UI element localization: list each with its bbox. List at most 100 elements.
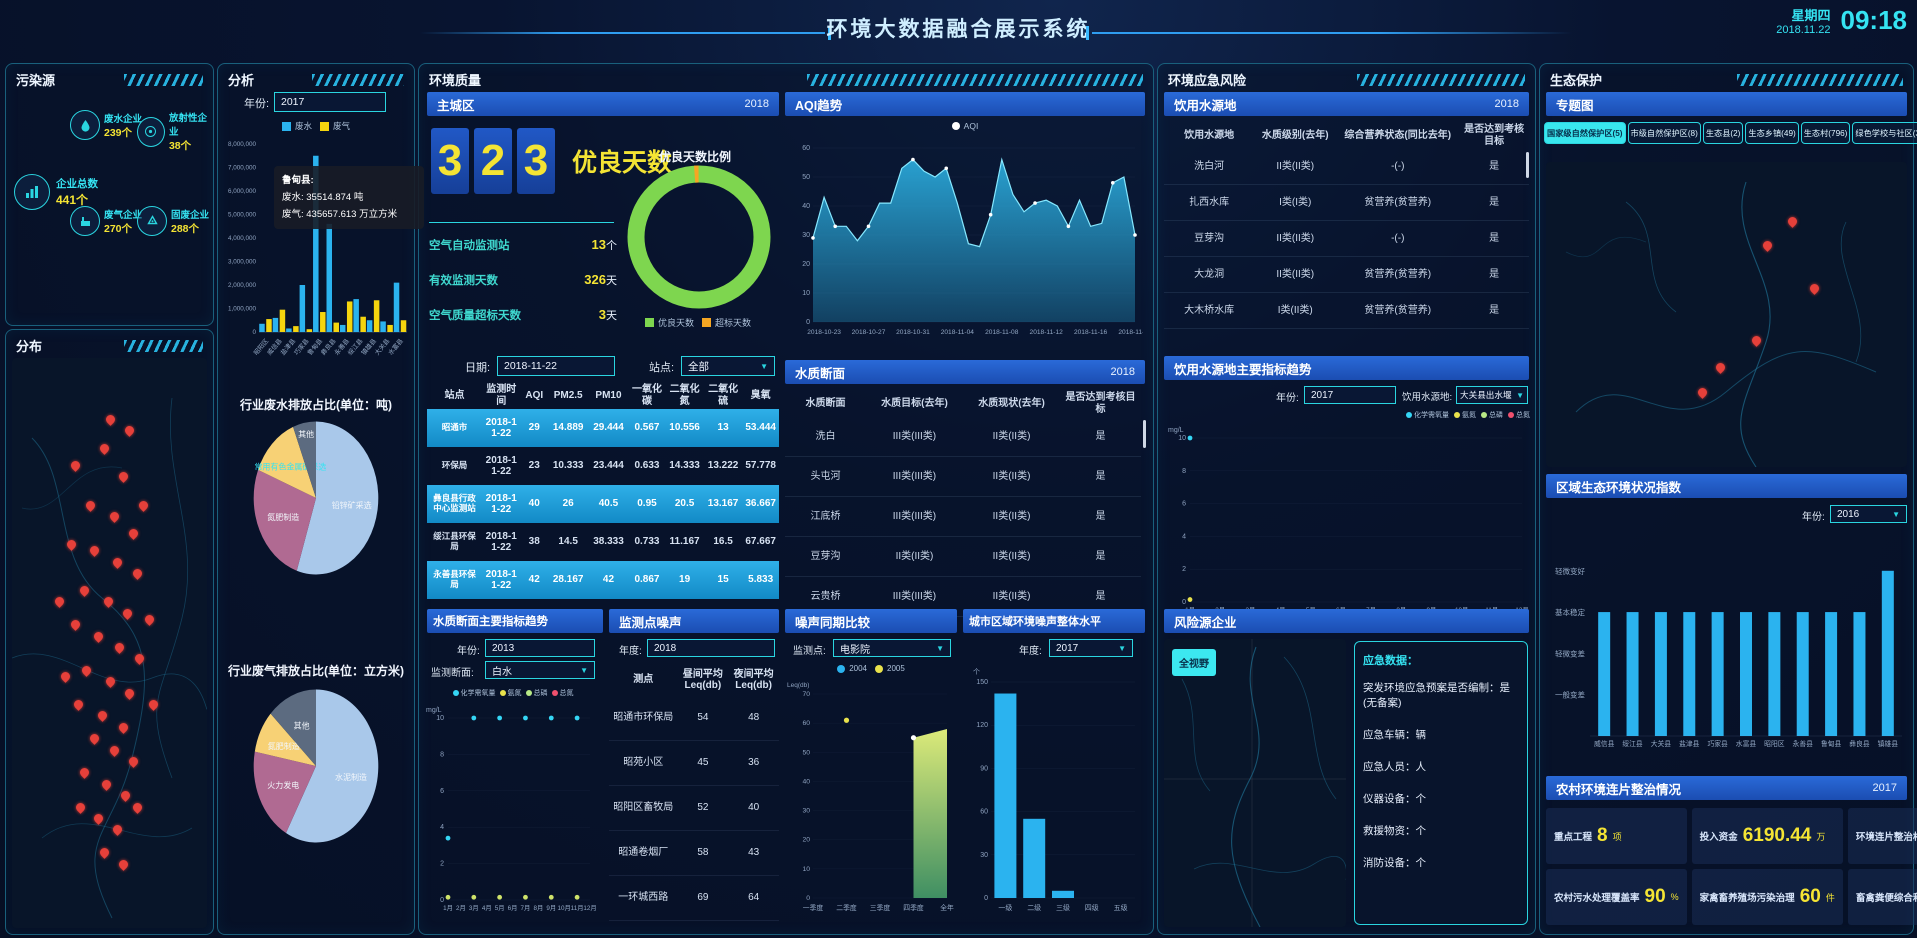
svg-text:水泥制造: 水泥制造 <box>335 772 367 782</box>
svg-text:轻微变差: 轻微变差 <box>1555 648 1585 658</box>
legend-label: 氨氮 <box>1462 410 1476 420</box>
year-select[interactable]: 2017▼ <box>1049 639 1133 657</box>
table-row: 昭苑小区4536 <box>609 741 779 786</box>
svg-text:1月: 1月 <box>443 904 453 912</box>
info-line: 救援物资：个 <box>1363 823 1519 838</box>
info-title: 应急数据： <box>1363 652 1519 668</box>
emergency-risk-panel: 环境应急风险 饮用水源地 2018 饮用水源地水质级别(去年)综合营养状态(同比… <box>1157 63 1536 935</box>
table-row[interactable]: 绥江县环保局2018-11-223814.538.3330.73311.1671… <box>427 523 779 561</box>
table-row: 豆芽沟II类(II类)-(-)是 <box>1164 221 1529 257</box>
hatch-decoration-icon <box>124 74 203 86</box>
info-lines: 突发环境应急预案是否编制：是(无备案)应急车辆：辆应急人员：人仪器设备：个救援物… <box>1363 680 1519 870</box>
year-select[interactable]: 2016 ▼ <box>1830 505 1907 523</box>
table-row[interactable]: 环保局2018-11-222310.33323.4440.63314.33313… <box>427 447 779 485</box>
section-select-value: 白水 <box>492 663 512 678</box>
time: 09:18 <box>1841 5 1908 36</box>
tab-green-school[interactable]: 绿色学校与社区(31) <box>1852 122 1917 144</box>
water-source-header: 饮用水源地 2018 <box>1164 92 1529 116</box>
year-filter-label: 年份: <box>244 95 269 111</box>
legend-label: 总氮 <box>560 688 574 698</box>
stat-card-manure: 畜禽粪便综合利用率80% <box>1848 869 1917 925</box>
legend-dot-tn <box>1508 412 1514 418</box>
table-row: 昭阳区畜牧局5240 <box>609 786 779 831</box>
source-select[interactable]: 大关县出水堰▼ <box>1456 386 1528 404</box>
year-filter-label: 年份: <box>1802 508 1825 523</box>
scrollbar[interactable] <box>1526 152 1529 178</box>
legend-dot-nh3 <box>1454 412 1460 418</box>
bar-legend: 废水 废气 <box>218 120 414 132</box>
pie-gas-chart[interactable]: 水泥制造火力发电氮肥制造其他 <box>223 682 409 855</box>
legend-label: 总氮 <box>1516 410 1530 420</box>
risk-enterprise-header: 风险源企业 <box>1164 609 1529 633</box>
date-input[interactable]: 2018-11-22 <box>497 356 615 376</box>
date-filter-label: 日期: <box>465 359 490 375</box>
thematic-buttons: 国家级自然保护区(5) 市级自然保护区(8) 生态县(2) 生态乡镇(49) 生… <box>1544 122 1910 144</box>
year-filter-label: 年份: <box>1276 389 1299 404</box>
donut-legend: 优良天数 超标天数 <box>615 316 781 329</box>
panel-title: 分布 <box>16 336 42 355</box>
svg-text:0: 0 <box>440 897 444 904</box>
year-input[interactable]: 2017 <box>274 92 386 112</box>
indicator-legend: 化学需氧量 氨氮 总磷 总氮 <box>1308 410 1530 420</box>
section-year: 2018 <box>745 98 769 110</box>
chevron-down-icon: ▼ <box>1889 510 1900 519</box>
pie-wastewater-title: 行业废水排放占比(单位：吨) <box>218 396 414 413</box>
svg-text:氮肥制造: 氮肥制造 <box>267 512 299 522</box>
table-row: 洗白III类(III类)II类(II类)是 <box>785 417 1141 457</box>
tab-eco-village[interactable]: 生态村(796) <box>1801 122 1851 144</box>
year-select-value: 2016 <box>1837 509 1859 520</box>
table-row[interactable]: 昭通市2018-11-222914.88929.4440.56710.55613… <box>427 409 779 447</box>
legend-label: 氨氮 <box>508 688 522 698</box>
aqi-trend-chart: 01020304050602018-10-232018-10-272018-10… <box>787 134 1143 357</box>
year-input[interactable]: 2013 <box>485 639 595 657</box>
full-view-button[interactable]: 全视野 <box>1172 649 1216 676</box>
year-filter-label: 年度: <box>1019 642 1042 657</box>
chevron-down-icon: ▼ <box>757 362 768 371</box>
tab-eco-county[interactable]: 生态县(2) <box>1703 122 1744 144</box>
section-title: 专题图 <box>1556 95 1594 114</box>
water-section-header: 水质断面 2018 <box>785 360 1145 384</box>
svg-text:30: 30 <box>802 232 810 239</box>
eco-index-chart: 一般变差轻微变差基本稳定轻微变好威信县绥江县大关县盐津县巧家县水富县昭阳区永善县… <box>1544 528 1908 765</box>
table-header-row: 站点监测时间AQIPM2.5PM10一氧化碳二氧化氮二氧化硫臭氧 <box>427 382 779 409</box>
tab-eco-town[interactable]: 生态乡镇(49) <box>1745 122 1798 144</box>
stat-card-livestock: 家禽畜养殖场污染治理60件 <box>1692 869 1843 925</box>
svg-text:2,000,000: 2,000,000 <box>228 282 257 289</box>
svg-text:威信县: 威信县 <box>1594 739 1615 748</box>
aqi-legend: AQI <box>785 121 1145 131</box>
stat-radioactive-enterprises: 放射性企业 38个 <box>137 110 213 153</box>
section-title: 区域生态环境状况指数 <box>1556 477 1681 496</box>
point-select[interactable]: 电影院▼ <box>833 639 951 657</box>
svg-text:基本稳定: 基本稳定 <box>1555 607 1585 617</box>
thematic-map[interactable] <box>1546 162 1907 467</box>
year-input[interactable]: 2017 <box>1304 386 1396 404</box>
stat-exceed-days: 空气质量超标天数 3天 <box>429 306 617 324</box>
table-row[interactable]: 永善县环保局2018-11-224228.167420.86719155.833 <box>427 561 779 599</box>
panel-title: 分析 <box>228 70 254 89</box>
legend-dot-2004 <box>837 665 845 673</box>
svg-text:镇雄县: 镇雄县 <box>1878 739 1899 748</box>
station-select[interactable]: 全部▼ <box>681 356 775 376</box>
source-select-value: 大关县出水堰 <box>1460 389 1512 401</box>
svg-text:全年: 全年 <box>940 903 954 912</box>
svg-text:盐津县: 盐津县 <box>1679 739 1700 748</box>
svg-text:彝良县: 彝良县 <box>1849 739 1870 748</box>
legend-label: 总磷 <box>1489 410 1503 420</box>
legend-dot-2005 <box>875 665 883 673</box>
tab-city-reserve[interactable]: 市级自然保护区(8) <box>1628 122 1701 144</box>
map-roads <box>1546 162 1907 467</box>
table-row[interactable]: 彝良县行政中心监测站2018-11-22402640.50.9520.513.1… <box>427 485 779 523</box>
distribution-map[interactable] <box>12 358 207 928</box>
svg-text:水富县: 水富县 <box>1736 739 1757 748</box>
year-input[interactable]: 2018 <box>647 639 775 657</box>
pie-wastewater-chart[interactable]: 铅锌矿采选氮肥制造常用有色金属矿采选其他 <box>223 414 409 587</box>
svg-text:8: 8 <box>440 751 444 758</box>
section-title: 噪声同期比较 <box>795 612 870 631</box>
legend-label: AQI <box>964 121 979 131</box>
divider <box>429 222 614 223</box>
risk-enterprise-map[interactable]: 全视野 <box>1164 639 1346 927</box>
tab-national-reserve[interactable]: 国家级自然保护区(5) <box>1544 122 1626 144</box>
scrollbar[interactable] <box>1143 420 1146 448</box>
hatch-decoration-icon <box>807 74 1143 86</box>
section-select[interactable]: 白水▼ <box>485 661 595 679</box>
